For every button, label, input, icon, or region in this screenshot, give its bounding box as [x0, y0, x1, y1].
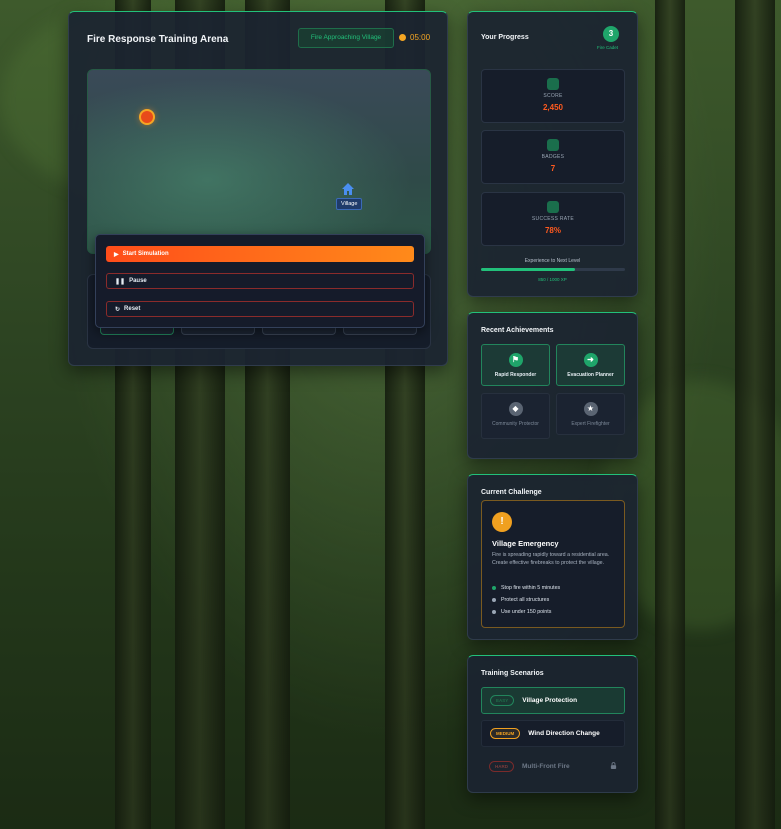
training-arena-panel: Fire Response Training Arena Fire Approa… [68, 11, 448, 366]
stopwatch-icon: ⚑ [508, 353, 523, 367]
scenario-name: Village Protection [522, 697, 578, 704]
xp-progress-fill [481, 268, 575, 271]
tool-button-4[interactable] [343, 327, 417, 335]
challenge-panel: Current Challenge ! Village Emergency Fi… [467, 474, 638, 640]
target-icon [547, 78, 559, 90]
start-simulation-button[interactable]: ▶ Start Simulation [106, 246, 414, 262]
clock-icon [399, 34, 406, 41]
route-icon: ➜ [583, 353, 598, 367]
objective-text: Use under 150 points [501, 609, 552, 615]
tool-button-3[interactable] [262, 327, 336, 335]
timer: 05:00 [399, 33, 430, 42]
shield-icon: ◆ [508, 402, 523, 416]
achievements-title: Recent Achievements [481, 327, 554, 334]
scenarios-panel: Training Scenarios EASY Village Protecti… [467, 655, 638, 793]
pending-dot-icon [492, 598, 496, 602]
scenario-village-protection[interactable]: EASY Village Protection [481, 687, 625, 714]
objective-item: Use under 150 points [492, 609, 551, 615]
scenario-name: Wind Direction Change [528, 730, 600, 737]
stat-label: SCORE [543, 93, 563, 99]
fire-marker-icon [141, 111, 153, 123]
achievement-label: Expert Firefighter [571, 421, 610, 427]
xp-label: Experience to Next Level [524, 258, 581, 264]
challenge-name: Village Emergency [492, 539, 559, 548]
reset-label: Reset [124, 306, 141, 312]
achievement-evacuation-planner[interactable]: ➜ Evacuation Planner [556, 344, 625, 386]
badges-stat: BADGES 7 [481, 130, 625, 184]
achievement-rapid-responder[interactable]: ⚑ Rapid Responder [481, 344, 550, 386]
achievement-community-protector[interactable]: ◆ Community Protector [481, 393, 550, 439]
control-menu: ▶ Start Simulation ❚❚ Pause ↻ Reset [95, 234, 425, 328]
status-badge: Fire Approaching Village [298, 28, 394, 48]
village-label: Village [336, 198, 363, 210]
xp-text: 850 / 1000 XP [538, 277, 567, 282]
xp-progress-bar [481, 268, 625, 271]
pause-label: Pause [129, 278, 147, 284]
scenarios-title: Training Scenarios [481, 670, 544, 677]
progress-panel: Your Progress 3 Fire Cadet SCORE 2,450 B… [467, 11, 638, 297]
medal-icon [547, 139, 559, 151]
scenario-wind-direction-change[interactable]: MEDIUM Wind Direction Change [481, 720, 625, 747]
achievement-label: Rapid Responder [494, 372, 537, 378]
success-rate-stat: SUCCESS RATE 78% [481, 192, 625, 246]
progress-title: Your Progress [481, 34, 529, 41]
star-icon: ★ [583, 402, 598, 416]
stat-value: 2,450 [542, 103, 564, 112]
achievement-label: Community Protector [492, 421, 539, 427]
challenge-title: Current Challenge [481, 489, 542, 496]
objective-text: Stop fire within 5 minutes [501, 585, 561, 591]
difficulty-badge: HARD [489, 761, 514, 772]
timer-value: 05:00 [410, 33, 431, 42]
pending-dot-icon [492, 610, 496, 614]
warning-icon: ! [492, 512, 512, 532]
tool-button-2[interactable] [181, 327, 255, 335]
difficulty-badge: MEDIUM [490, 728, 521, 739]
start-label: Start Simulation [122, 251, 169, 257]
reset-button[interactable]: ↻ Reset [106, 301, 414, 317]
objective-text: Protect all structures [501, 597, 550, 603]
challenge-description: Fire is spreading rapidly toward a resid… [492, 552, 610, 566]
house-icon [342, 183, 354, 195]
arena-title: Fire Response Training Arena [87, 34, 229, 45]
scenario-name: Multi-Front Fire [522, 763, 570, 770]
scenario-multi-front-fire[interactable]: HARD Multi-Front Fire [481, 753, 625, 780]
rank-label: Fire Cadet [597, 45, 619, 50]
objective-item: Stop fire within 5 minutes [492, 585, 560, 591]
tool-button-1[interactable] [100, 327, 174, 335]
objective-item: Protect all structures [492, 597, 549, 603]
stat-value: 78% [544, 226, 561, 235]
achievement-label: Evacuation Planner [567, 372, 614, 378]
stat-label: SUCCESS RATE [531, 216, 575, 222]
lock-icon [610, 762, 617, 769]
achievement-expert-firefighter[interactable]: ★ Expert Firefighter [556, 393, 625, 435]
chart-icon [547, 201, 559, 213]
achievements-panel: Recent Achievements ⚑ Rapid Responder ➜ … [467, 312, 638, 459]
check-dot-icon [492, 586, 496, 590]
challenge-card: ! Village Emergency Fire is spreading ra… [481, 500, 625, 628]
play-icon: ▶ [114, 251, 119, 258]
pause-icon: ❚❚ [115, 278, 126, 285]
simulation-map[interactable]: Village [87, 69, 431, 254]
reset-icon: ↻ [115, 306, 121, 313]
level-badge: 3 [603, 26, 619, 42]
stat-value: 7 [550, 164, 556, 173]
pause-button[interactable]: ❚❚ Pause [106, 273, 414, 289]
score-stat: SCORE 2,450 [481, 69, 625, 123]
stat-label: BADGES [541, 154, 565, 160]
difficulty-badge: EASY [490, 695, 515, 706]
